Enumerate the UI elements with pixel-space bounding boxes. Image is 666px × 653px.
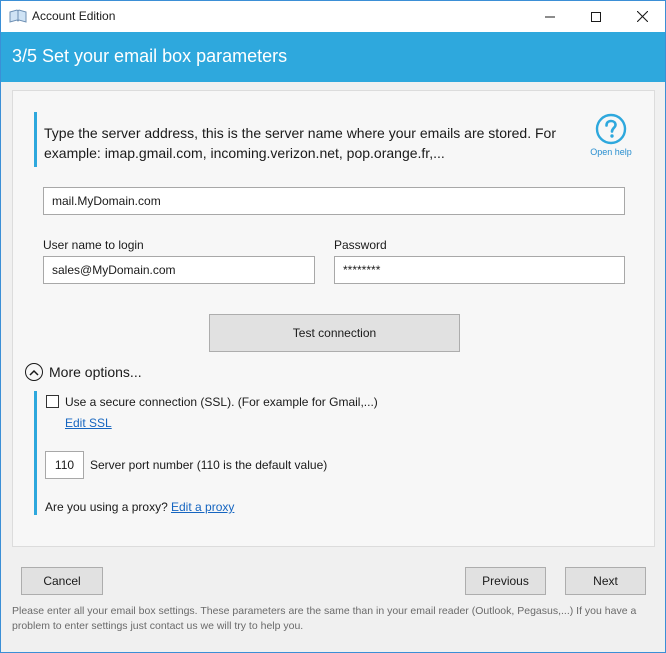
edit-proxy-link[interactable]: Edit a proxy [171, 500, 234, 514]
app-book-icon [9, 9, 27, 23]
password-label: Password [334, 238, 387, 252]
maximize-button[interactable] [573, 1, 619, 32]
close-icon [636, 11, 648, 22]
options-accent-bar [34, 391, 37, 515]
server-instructions: Type the server address, this is the ser… [44, 125, 556, 161]
help-footer-note: Please enter all your email box settings… [12, 605, 637, 632]
window-title: Account Edition [32, 9, 116, 23]
next-button[interactable]: Next [565, 567, 646, 595]
close-button[interactable] [619, 1, 665, 32]
test-connection-button[interactable]: Test connection [209, 314, 460, 352]
open-help-button[interactable]: Open help [588, 113, 634, 157]
server-address-input[interactable]: mail.MyDomain.com [43, 187, 625, 215]
minimize-icon [545, 16, 555, 17]
username-label: User name to login [43, 238, 144, 252]
step-title: 3/5 Set your email box parameters [12, 46, 288, 66]
proxy-question: Are you using a proxy? [45, 500, 168, 514]
info-accent-bar [34, 112, 37, 167]
more-options-label: More options... [49, 364, 142, 380]
title-bar[interactable]: Account Edition [1, 1, 665, 32]
ssl-checkbox[interactable] [46, 395, 59, 408]
cancel-button[interactable]: Cancel [21, 567, 103, 595]
step-header: 3/5 Set your email box parameters [1, 32, 665, 82]
port-number-input[interactable]: 110 [45, 451, 84, 479]
username-input[interactable]: sales@MyDomain.com [43, 256, 315, 284]
ssl-label: Use a secure connection (SSL). (For exam… [65, 395, 378, 409]
previous-button[interactable]: Previous [465, 567, 546, 595]
password-input[interactable]: ******** [334, 256, 625, 284]
chevron-up-circle-icon [25, 363, 43, 381]
settings-panel: Type the server address, this is the ser… [12, 90, 655, 547]
edit-ssl-link[interactable]: Edit SSL [65, 416, 112, 430]
maximize-icon [591, 11, 601, 22]
minimize-button[interactable] [527, 1, 573, 32]
question-circle-icon [595, 113, 627, 145]
open-help-label: Open help [590, 147, 632, 157]
account-edition-window: Account Edition 3/5 Set your email box p… [0, 0, 666, 653]
more-options-toggle[interactable]: More options... [25, 363, 142, 381]
port-label: Server port number (110 is the default v… [90, 458, 328, 472]
